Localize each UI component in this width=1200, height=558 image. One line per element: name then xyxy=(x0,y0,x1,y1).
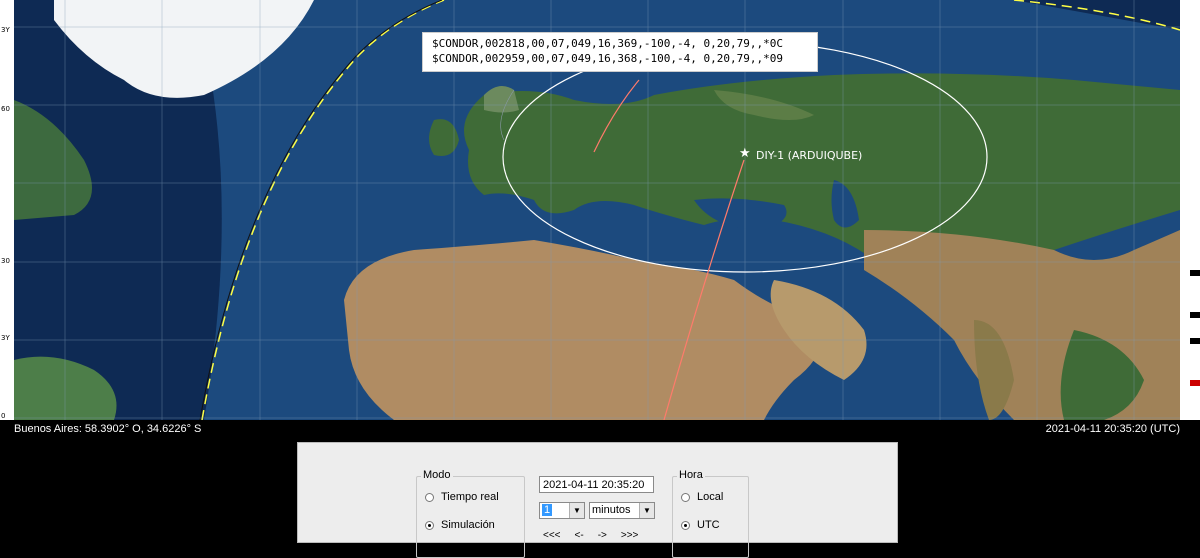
radio-icon xyxy=(681,492,690,502)
time-nav: <<< <- -> >>> xyxy=(543,530,638,541)
latitude-axis: 3Y 60 30 3Y 0 xyxy=(0,0,14,420)
local-label: Local xyxy=(697,491,724,503)
strip-mark xyxy=(1190,270,1200,276)
satellite-label: DIY-1 (ARDUIQUBE) xyxy=(756,149,863,162)
forward-button[interactable]: -> xyxy=(598,530,607,541)
radio-icon xyxy=(425,492,434,502)
utc-label: UTC xyxy=(697,519,720,531)
control-panel: Modo Tiempo real Simulación 1 ▼ minutos … xyxy=(297,442,898,558)
lat-tick: 0 xyxy=(1,412,6,420)
modo-title: Modo xyxy=(421,469,453,481)
step-value: 1 xyxy=(542,504,553,516)
step-combo[interactable]: 1 ▼ xyxy=(539,502,585,519)
unit-value: minutos xyxy=(592,504,631,516)
nmea-line: $CONDOR,002959,00,07,049,16,368,-100,-4,… xyxy=(432,52,783,65)
chevron-down-icon[interactable]: ▼ xyxy=(569,503,584,518)
unit-combo[interactable]: minutos ▼ xyxy=(589,502,655,519)
strip-mark-red xyxy=(1190,380,1200,386)
radio-checked-icon xyxy=(425,520,434,530)
lat-tick: 60 xyxy=(1,105,10,113)
strip-mark xyxy=(1190,338,1200,344)
rewind-button[interactable]: <- xyxy=(575,530,584,541)
hora-group: Hora Local UTC xyxy=(672,469,749,558)
lat-tick: 30 xyxy=(1,257,10,265)
simulacion-label: Simulación xyxy=(441,519,495,531)
radio-tiempo-real[interactable]: Tiempo real xyxy=(425,491,499,503)
location-readout: Buenos Aires: 58.3902° O, 34.6226° S xyxy=(14,423,202,435)
satellite-star-icon[interactable]: ★ xyxy=(739,146,751,160)
datetime-input[interactable] xyxy=(539,476,654,493)
nmea-line: $CONDOR,002818,00,07,049,16,369,-100,-4,… xyxy=(432,37,783,50)
radio-checked-icon xyxy=(681,520,690,530)
chevron-down-icon[interactable]: ▼ xyxy=(639,503,654,518)
radio-simulacion[interactable]: Simulación xyxy=(425,519,495,531)
lat-tick: 3Y xyxy=(1,26,10,34)
datetime-readout: 2021-04-11 20:35:20 (UTC) xyxy=(1045,423,1180,435)
radio-utc[interactable]: UTC xyxy=(681,519,720,531)
right-strip xyxy=(1180,0,1200,420)
strip-mark xyxy=(1190,312,1200,318)
modo-group: Modo Tiempo real Simulación xyxy=(416,469,525,558)
lat-tick: 3Y xyxy=(1,334,10,342)
hora-title: Hora xyxy=(677,469,705,481)
radio-local[interactable]: Local xyxy=(681,491,723,503)
nmea-overlay: $CONDOR,002818,00,07,049,16,369,-100,-4,… xyxy=(422,32,818,72)
forward-fast-button[interactable]: >>> xyxy=(621,530,639,541)
status-bar: Buenos Aires: 58.3902° O, 34.6226° S 202… xyxy=(0,420,1200,438)
tiempo-real-label: Tiempo real xyxy=(441,491,499,503)
rewind-fast-button[interactable]: <<< xyxy=(543,530,561,541)
